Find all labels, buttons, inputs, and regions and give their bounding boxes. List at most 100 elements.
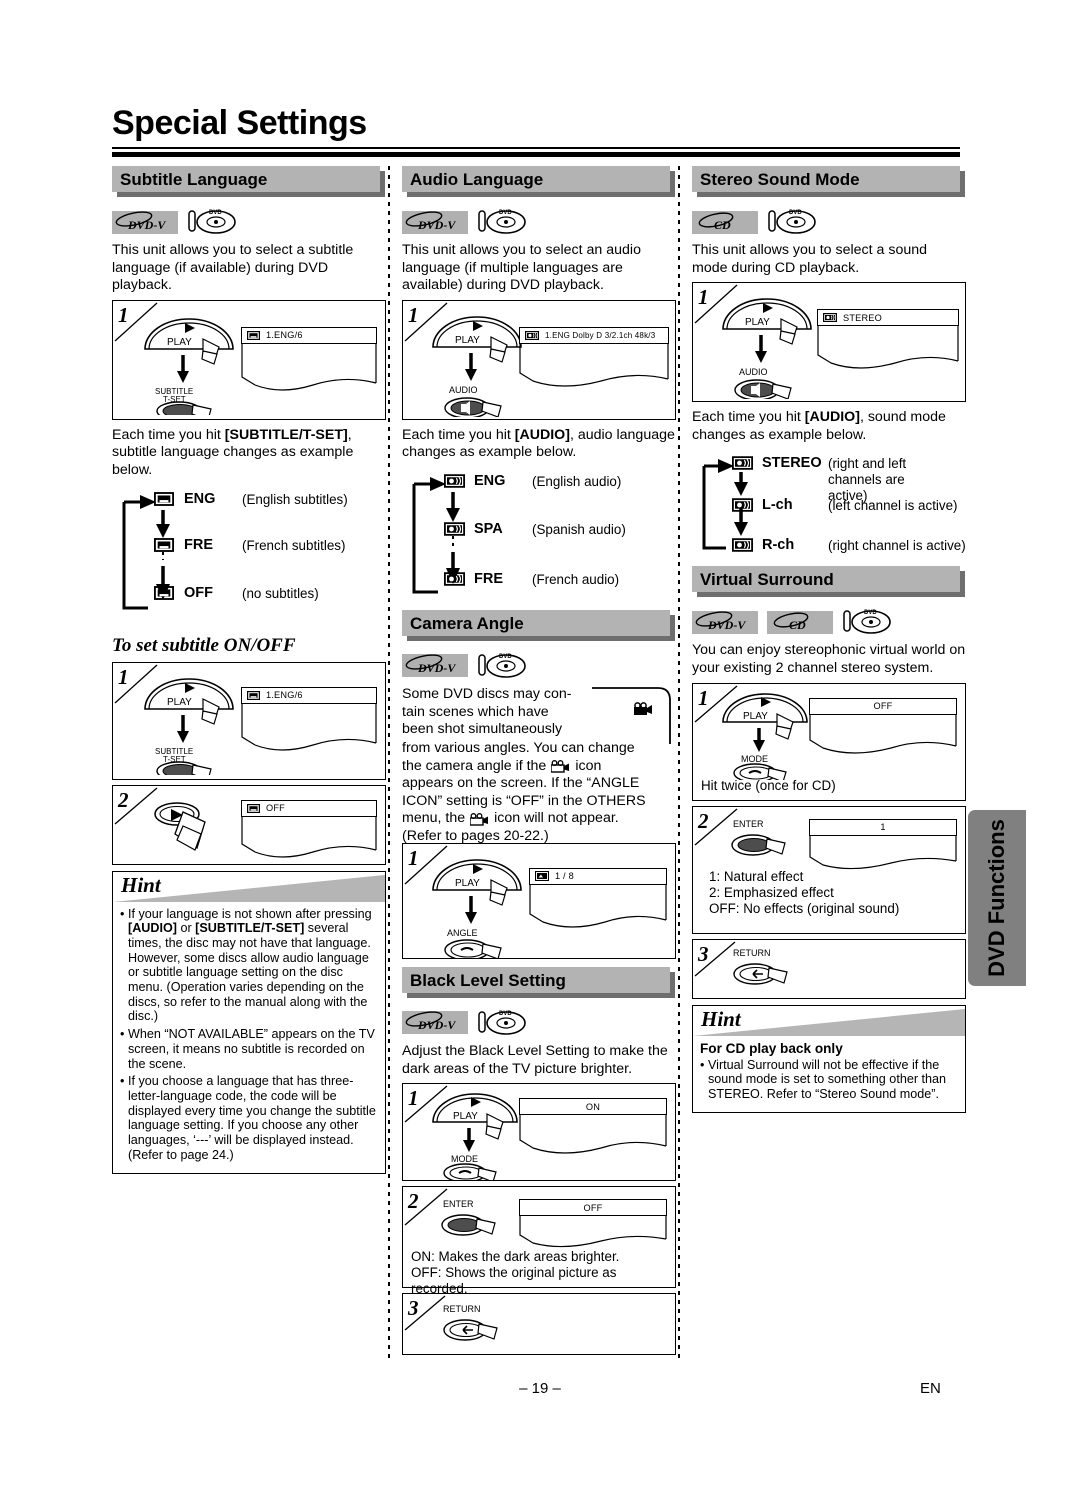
svg-text:DVD-V: DVD-V (707, 618, 746, 632)
step-note: ON: Makes the dark areas brighter. OFF: … (411, 1249, 675, 1297)
audio-icon (732, 496, 754, 517)
angle-icon (551, 759, 570, 773)
step-number: 2 (698, 808, 709, 833)
svg-text:DVD: DVD (499, 210, 512, 216)
osd-display: 1 (809, 818, 957, 871)
cycle-desc: (French subtitles) (242, 537, 346, 553)
title-rule-thin (112, 147, 960, 149)
column-separator-2 (678, 166, 680, 1361)
cycle-code: OFF (184, 584, 213, 601)
disc-badges: CD DVD (692, 205, 966, 239)
intro-text: Adjust the Black Level Setting to make t… (402, 1042, 668, 1077)
osd-text: STEREO (843, 312, 882, 323)
svg-text:CD: CD (789, 618, 806, 632)
osd-display: 1.ENG/6 (241, 326, 377, 397)
step-note: 1: Natural effect 2: Emphasized effect O… (709, 869, 899, 917)
intro-text: This unit allows you to select an audio … (402, 242, 641, 294)
note-line: 2: Emphasized effect (709, 884, 834, 900)
remote-illustration: RETURN (443, 1304, 498, 1341)
svg-text:PLAY: PLAY (455, 878, 480, 889)
language-code: EN (920, 1380, 941, 1397)
instruction-text: Each time you hit [SUBTITLE/T-SET], subt… (112, 427, 386, 480)
remote-illustration (154, 801, 206, 851)
section-title: Black Level Setting (410, 970, 566, 990)
text-line: been shot simultaneously (402, 721, 563, 738)
disc-icon: DVD (478, 654, 526, 678)
cycle-code: FRE (474, 570, 503, 587)
badge-dvd-v: DVD-V (112, 210, 178, 234)
cycle-item: L-ch (left channel is active) (692, 496, 966, 536)
cycle-desc: (left channel is active) (828, 498, 958, 514)
step-note: Hit twice (once for CD) (701, 777, 836, 793)
subtitle-icon (154, 584, 176, 605)
svg-text:CD: CD (714, 218, 731, 232)
step-box-camera-1: 1 PLAY ANGLE 1 / 8 (402, 842, 676, 959)
svg-text:PLAY: PLAY (453, 1111, 478, 1122)
osd-display: OFF (519, 1199, 667, 1249)
manual-page: Special Settings Subtitle Language DVD-V (0, 0, 1080, 1487)
cycle-code: ENG (474, 472, 506, 489)
osd-text: OFF (583, 1202, 603, 1213)
stereo-cycle-diagram: STEREO (right and left channels are acti… (692, 454, 966, 562)
text-line: tain scenes which have (402, 703, 549, 720)
cycle-code: ENG (184, 490, 216, 507)
note-line: ON: Makes the dark areas brighter. (411, 1249, 620, 1265)
subsection-title-subtitle-onoff: To set subtitle ON/OFF (112, 634, 296, 656)
text-part: icon (575, 757, 602, 774)
text-part: the camera angle if the (402, 757, 547, 774)
hint-item: • When “NOT AVAILABLE” appears on the TV… (120, 1027, 378, 1071)
hint-key: [AUDIO] (128, 921, 177, 936)
section-header-stereo-sound-mode: Stereo Sound Mode (692, 166, 966, 197)
hint-text: Virtual Surround will not be effective i… (708, 1057, 947, 1101)
hint-item: • If you choose a language that has thre… (120, 1074, 378, 1162)
step-box-vs-3: 3 RETURN (692, 938, 966, 999)
osd-display: ON (519, 1098, 667, 1158)
badge-cd: CD (767, 610, 833, 634)
cycle-code: STEREO (762, 455, 822, 472)
svg-text:DVD: DVD (864, 610, 877, 616)
step-box-onoff-1: 1 PLAY SUBTITLE T-SET 1.ENG/6 (112, 661, 386, 780)
svg-text:DVD-V: DVD-V (127, 218, 166, 232)
step-box-black-2: 2 ENTER OFF ON: Makes the dark areas bri… (402, 1186, 676, 1296)
svg-text:RETURN: RETURN (443, 1304, 481, 1314)
svg-text:DVD-V: DVD-V (417, 218, 456, 232)
bullet: • (120, 906, 125, 921)
cycle-item: FRE (French audio) (402, 570, 676, 604)
badge-dvd-v: DVD-V (402, 1011, 468, 1035)
disc-icon: DVD (478, 210, 526, 234)
cycle-desc: (right channel is active) (828, 538, 966, 554)
section-header-virtual-surround: Virtual Surround (692, 566, 966, 598)
camera-angle-text-top: Some DVD discs may con- tain scenes whic… (402, 686, 578, 739)
subtitle-cycle-diagram: ENG (English subtitles) FRE (French subt… (112, 490, 386, 622)
step-number: 1 (698, 285, 709, 310)
svg-text:ANGLE: ANGLE (447, 928, 478, 938)
svg-text:DVD: DVD (209, 210, 222, 216)
section-header-black-level: Black Level Setting (402, 966, 676, 998)
osd-text: 1.ENG Dolby D 3/2.1ch 48k/3 (545, 330, 656, 340)
svg-text:AUDIO: AUDIO (739, 367, 768, 377)
instruction-pre: Each time you hit (402, 426, 515, 443)
step-box-vs-2: 2 ENTER 1 1: Natural effect 2: Emphasize… (692, 805, 966, 934)
osd-text: 1.ENG/6 (266, 690, 303, 701)
audio-icon (444, 520, 466, 541)
svg-text:DVD: DVD (499, 654, 512, 660)
disc-badges: DVD-V DVD (402, 649, 676, 683)
section-title: Camera Angle (410, 613, 524, 633)
audio-cycle-diagram: ENG (English audio) SPA (Spanish audio) … (402, 472, 676, 606)
section-header-audio-language: Audio Language (402, 166, 676, 197)
bullet: • (120, 1027, 125, 1042)
svg-text:MODE: MODE (741, 754, 768, 764)
column-middle: Audio Language DVD-V DVD This unit allow… (402, 166, 676, 1356)
svg-text:PLAY: PLAY (167, 697, 192, 708)
osd-display: 1.ENG Dolby D 3/2.1ch 48k/3 (519, 326, 669, 393)
cycle-code: R-ch (762, 537, 795, 554)
intro-text: This unit allows you to select a sound m… (692, 242, 928, 276)
step-box-vs-1: 1 PLAY MODE OFF Hit twice (once for CD) (692, 682, 966, 801)
disc-icon: DVD (843, 610, 891, 635)
column-separator-1 (388, 166, 390, 1361)
subtitle-icon (247, 330, 260, 340)
step-number: 3 (698, 941, 709, 966)
osd-display: 1 / 8 (529, 867, 667, 932)
osd-text: 1 / 8 (555, 871, 574, 882)
audio-icon (444, 570, 466, 591)
